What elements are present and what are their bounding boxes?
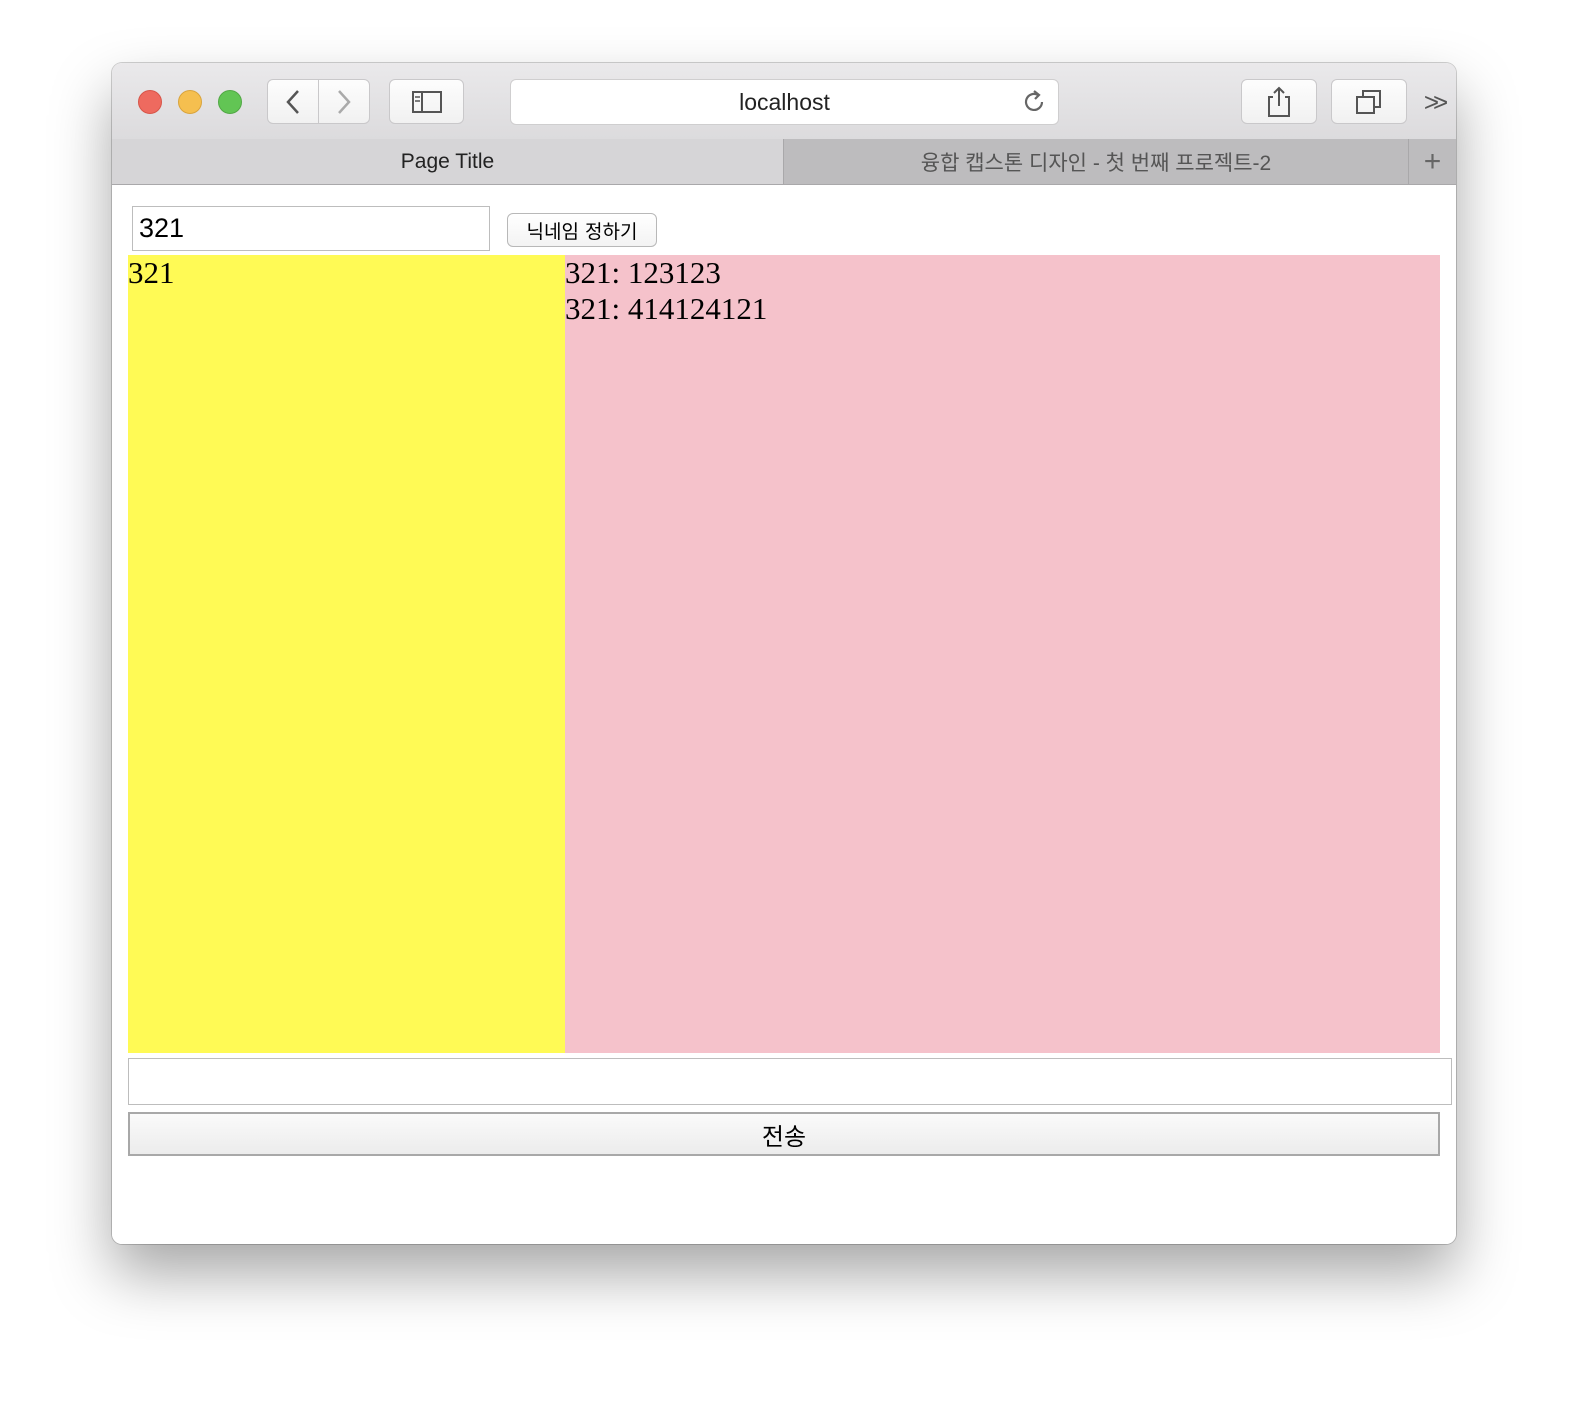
maximize-window-button[interactable]	[218, 90, 242, 114]
send-button[interactable]: 전송	[128, 1112, 1440, 1156]
set-nickname-button[interactable]: 닉네임 정하기	[507, 213, 657, 247]
show-tabs-button[interactable]	[1331, 79, 1407, 124]
minimize-window-button[interactable]	[178, 90, 202, 114]
close-window-button[interactable]	[138, 90, 162, 114]
forward-button[interactable]	[318, 79, 370, 124]
back-button[interactable]	[267, 79, 319, 124]
tab-bar: Page Title 융합 캡스톤 디자인 - 첫 번째 프로젝트-2 +	[112, 139, 1456, 185]
tabs-overview-icon	[1356, 89, 1381, 114]
share-icon	[1268, 86, 1290, 117]
new-tab-button[interactable]: +	[1409, 139, 1456, 184]
chat-message: 321: 414124121	[565, 291, 768, 326]
browser-toolbar: localhost >>	[112, 63, 1456, 140]
chevron-left-icon	[286, 89, 299, 114]
sidebar-icon	[411, 90, 442, 113]
tab-page-title[interactable]: Page Title	[112, 139, 784, 184]
sidebar-toggle-button[interactable]	[389, 79, 464, 124]
reload-icon[interactable]	[1020, 88, 1048, 116]
chevron-right-icon	[338, 89, 351, 114]
browser-window: localhost >> Page Title 융합 캡스톤 디자인 - 첫 번…	[112, 63, 1456, 1244]
page-content: 닉네임 정하기 321 321: 123123 321: 414124121 전…	[112, 185, 1456, 1244]
address-bar[interactable]: localhost	[510, 79, 1059, 125]
more-toolbar-button[interactable]: >>	[1417, 85, 1449, 119]
chat-messages-panel: 321: 123123 321: 414124121	[565, 255, 1440, 1053]
tab-capstone-project[interactable]: 융합 캡스톤 디자인 - 첫 번째 프로젝트-2	[784, 139, 1409, 184]
nickname-input[interactable]	[132, 206, 490, 251]
address-url: localhost	[739, 88, 830, 115]
user-list-panel: 321	[128, 255, 565, 1053]
message-input[interactable]	[128, 1058, 1452, 1105]
chat-message: 321: 123123	[565, 255, 721, 290]
user-list-item: 321	[128, 255, 175, 290]
share-button[interactable]	[1241, 79, 1317, 124]
